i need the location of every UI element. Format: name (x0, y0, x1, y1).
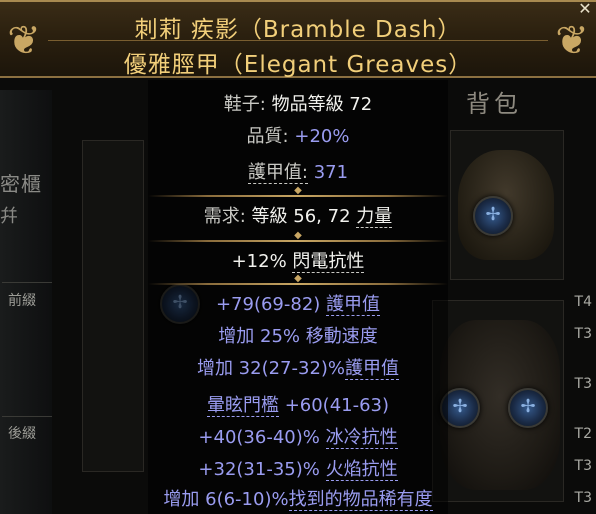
explicit-mod: 增加 25% 移動速度 (218, 326, 378, 347)
item-base-type: 優雅脛甲（Elegant Greaves） (123, 52, 473, 78)
requires-value: 等級 56, 72 (251, 206, 351, 227)
quality-value: +20% (294, 126, 350, 147)
explicit-mod: 增加 6(6-10)%找到的物品稀有度 (163, 489, 433, 511)
explicit-mod: 暈眩門檻 +60(41-63) (206, 395, 390, 417)
item-class-line: 鞋子: 物品等級 72 (0, 93, 596, 117)
quality-line: 品質: +20% (0, 125, 596, 149)
armour-line: 護甲值: 371 (0, 161, 596, 185)
item-name: 刺莉 疾影（Bramble Dash） (134, 17, 462, 43)
armour-value: 371 (313, 162, 349, 183)
requires-label: 需求: (203, 206, 246, 227)
item-class-label: 鞋子: (223, 94, 266, 115)
armour-label: 護甲值: (247, 162, 308, 184)
tooltip-header: ❦ ❦ 刺莉 疾影（Bramble Dash） 優雅脛甲（Elegant Gre… (0, 0, 596, 78)
explicit-mod: 增加 32(27-32)%護甲值 (196, 358, 400, 380)
implicit-mod: +12% 閃電抗性 (231, 251, 365, 273)
explicit-mod: +79(69-82) 護甲值 (215, 294, 381, 316)
separator (148, 185, 448, 201)
explicit-mod: +32(31-35)% 火焰抗性 (198, 459, 398, 481)
quality-label: 品質: (246, 126, 289, 147)
explicit-mod: +40(36-40)% 冰冷抗性 (198, 427, 398, 449)
item-tooltip: ❦ ❦ 刺莉 疾影（Bramble Dash） 優雅脛甲（Elegant Gre… (0, 0, 596, 514)
requires-attribute: 力量 (356, 206, 393, 228)
separator (148, 273, 448, 289)
close-icon[interactable]: ✕ (576, 0, 594, 18)
separator (148, 230, 448, 246)
requirements-line: 需求: 等級 56, 72 力量 (0, 205, 596, 229)
item-level: 物品等級 72 (271, 94, 373, 115)
